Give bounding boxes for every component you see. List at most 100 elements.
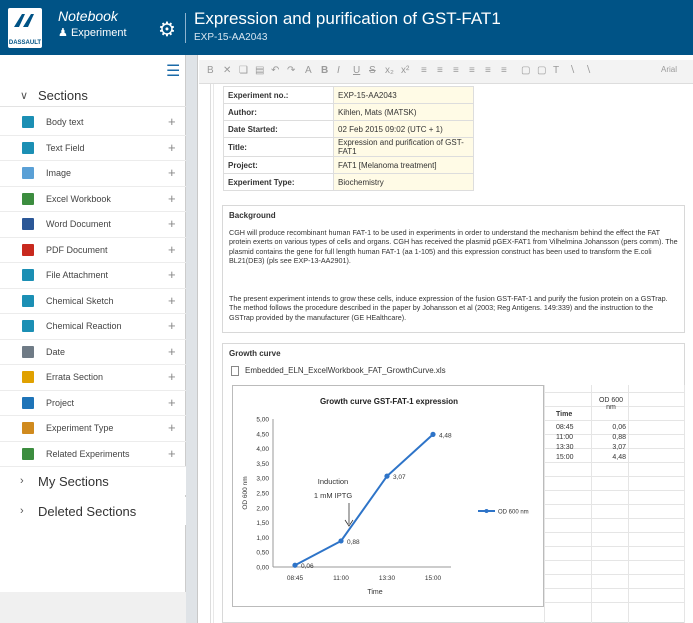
background-section[interactable]: Background CGH will produce recombinant … [222,205,685,333]
sections-header[interactable]: ∨ Sections [0,83,186,107]
redo-icon[interactable]: ↷ [287,65,295,76]
sidebar-item-excel-workbook[interactable]: Excel Workbook + [0,187,186,212]
metadata-value[interactable]: Expression and purification of GST-FAT1 [333,137,474,157]
bold-icon[interactable]: B [321,65,328,76]
image-insert-icon[interactable]: ▢ [537,65,546,76]
sidebar-item-chemical-sketch[interactable]: Chemical Sketch + [0,289,186,314]
experiment-title: Expression and purification of GST-FAT1 [194,9,501,28]
sheet-cell-time[interactable]: 11:00 [556,434,573,441]
x-tick-label: 11:00 [333,575,349,582]
sidebar-splitter[interactable] [186,55,198,623]
draw-icon[interactable]: ∖ [585,65,591,76]
sheet-cell-od[interactable]: 0,06 [596,424,626,431]
add-icon[interactable]: + [168,344,176,359]
add-icon[interactable]: + [168,165,176,180]
sidebar-item-date[interactable]: Date + [0,340,186,365]
attached-file-link[interactable]: Embedded_ELN_ExcelWorkbook_FAT_GrowthCur… [245,366,446,375]
subscript-icon[interactable]: x₂ [385,65,394,76]
sidebar-item-related-experiments[interactable]: Related Experiments + [0,442,186,467]
align-right-icon[interactable]: ≡ [485,65,491,76]
sidebar-item-experiment-type[interactable]: Experiment Type + [0,416,186,442]
sidebar-item-project[interactable]: Project + [0,391,186,416]
sheet-cell-time[interactable]: 13:30 [556,444,574,451]
align-left-icon[interactable]: ≡ [453,65,459,76]
table-icon[interactable]: ▢ [521,65,530,76]
add-icon[interactable]: + [168,420,176,435]
sheet-gridline [544,490,684,491]
metadata-row: Experiment no.: EXP-15-AA2043 [223,86,474,104]
metadata-key: Title: [223,137,334,157]
sidebar-item-pdf-document[interactable]: PDF Document + [0,238,186,263]
add-icon[interactable]: + [168,369,176,384]
numbered-list-icon[interactable]: ≡ [437,65,443,76]
x-tick-label: 13:30 [379,575,396,582]
sheet-cell-od[interactable]: 4,48 [596,454,626,461]
paste-icon[interactable]: ▤ [255,65,264,76]
user-icon: ♟ [58,27,68,39]
tag-icon [22,422,34,434]
metadata-row: Author: Kihlen, Mats (MATSK) [223,103,474,121]
sidebar-item-file-attachment[interactable]: File Attachment + [0,263,186,289]
bullet-list-icon[interactable]: ≡ [421,65,427,76]
copy-icon[interactable]: ❏ [239,65,248,76]
undo-icon[interactable]: ↶ [271,65,279,76]
align-center-icon[interactable]: ≡ [469,65,475,76]
line-icon[interactable]: ∖ [569,65,575,76]
data-point [338,538,344,544]
metadata-key: Project: [223,156,334,174]
y-tick-label: 3,50 [256,461,269,468]
y-tick-label: 3,00 [256,476,269,483]
add-icon[interactable]: + [168,293,176,308]
add-icon[interactable]: + [168,216,176,231]
sheet-gridline [544,462,684,463]
sheet-cell-time[interactable]: 08:45 [556,424,574,431]
metadata-value[interactable]: Biochemistry [333,173,474,191]
data-label: 4,48 [439,432,452,439]
add-icon[interactable]: + [168,395,176,410]
app-subtitle-label: Experiment [70,27,127,39]
cut-icon[interactable]: ✕ [223,65,231,76]
justify-icon[interactable]: ≡ [501,65,507,76]
gear-icon[interactable]: ⚙ [158,20,176,40]
data-point [292,562,298,568]
background-paragraph-1: CGH will produce recombinant human FAT-1… [229,228,678,266]
brand-logo[interactable]: DASSAULT [8,8,42,48]
sidebar-item-label: Experiment Type [46,423,114,433]
strikethrough-icon[interactable]: S [369,65,376,76]
sidebar-item-word-document[interactable]: Word Document + [0,212,186,238]
sheet-cell-od[interactable]: 3,07 [596,444,626,451]
my-sections-toggle[interactable]: › My Sections [0,467,186,495]
metadata-value[interactable]: Kihlen, Mats (MATSK) [333,103,474,121]
metadata-value[interactable]: 02 Feb 2015 09:02 (UTC + 1) [333,120,474,138]
app-name: Notebook [58,8,118,24]
growth-chart[interactable]: Growth curve GST-FAT-1 expression 0,00 0,5… [232,385,544,607]
sheet-cell-time[interactable]: 15:00 [556,454,574,461]
add-icon[interactable]: + [168,140,176,155]
sidebar-item-body-text[interactable]: Body text + [0,110,186,136]
sidebar-item-image[interactable]: Image + [0,161,186,187]
superscript-icon[interactable]: x² [401,65,409,76]
metadata-value[interactable]: EXP-15-AA2043 [333,86,474,104]
italic-icon[interactable]: I [337,65,340,76]
data-label: 0,06 [301,563,314,570]
deleted-sections-toggle[interactable]: › Deleted Sections [0,497,186,525]
background-paragraph-2: The present experiment intends to grow t… [229,294,668,322]
sidebar-item-errata-section[interactable]: Errata Section + [0,365,186,391]
sheet-header-od: OD 600 nm [598,397,624,411]
menu-icon[interactable]: ☰ [166,61,180,81]
add-icon[interactable]: + [168,318,176,333]
add-icon[interactable]: + [168,191,176,206]
font-color-icon[interactable]: A [305,65,312,76]
add-icon[interactable]: + [168,242,176,257]
underline-icon[interactable]: U [353,65,360,76]
sidebar-item-chemical-reaction[interactable]: Chemical Reaction + [0,314,186,340]
sheet-cell-od[interactable]: 0,88 [596,434,626,441]
font-select[interactable]: Arial [661,65,677,74]
metadata-value[interactable]: FAT1 [Melanoma treatment] [333,156,474,174]
toolbar-icon[interactable]: B [207,65,214,76]
add-icon[interactable]: + [168,267,176,282]
sidebar-item-text-field[interactable]: Text Field + [0,136,186,161]
add-icon[interactable]: + [168,114,176,129]
add-icon[interactable]: + [168,446,176,461]
text-format-icon[interactable]: T [553,65,559,76]
